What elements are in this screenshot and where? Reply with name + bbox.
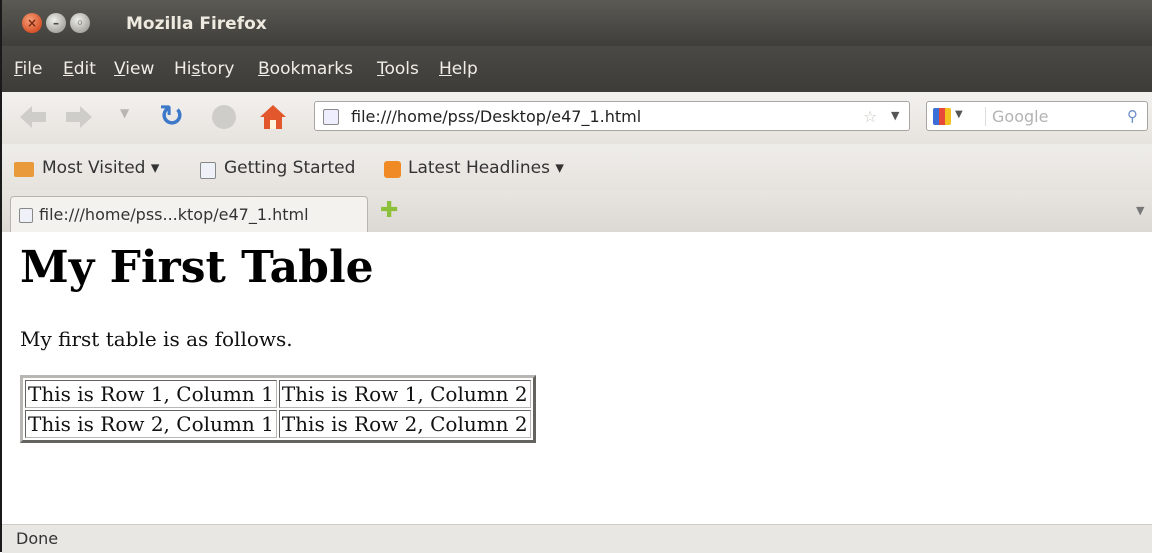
table-cell: This is Row 2, Column 1 [25,410,277,438]
reload-icon[interactable]: ↻ [159,102,184,132]
url-dropdown-icon[interactable]: ▼ [891,109,899,122]
table-cell: This is Row 1, Column 1 [25,380,277,408]
tab-bar: file:///home/pss...ktop/e47_1.html ✚ ▼ [2,190,1152,233]
window-title: Mozilla Firefox [126,14,267,34]
minimize-icon[interactable]: – [46,13,66,33]
table-cell: This is Row 1, Column 2 [278,380,531,408]
search-icon[interactable]: ⚲ [1127,107,1138,125]
search-engine-icon[interactable] [933,108,951,125]
status-text: Done [16,529,59,548]
menu-tools[interactable]: Tools [377,59,419,79]
stop-icon[interactable] [212,105,236,129]
search-bar[interactable]: ▼ Google ⚲ [926,101,1148,131]
rss-icon [384,161,401,178]
search-engine-dropdown-icon[interactable]: ▼ [955,109,963,120]
tab-favicon-icon [19,208,33,223]
page-heading: My First Table [20,242,374,293]
menu-view[interactable]: View [114,59,154,79]
page-icon [200,162,216,179]
bookmark-getting-started[interactable]: Getting Started [224,158,355,178]
close-icon[interactable]: × [22,13,42,33]
favicon-icon [323,109,339,125]
home-icon[interactable] [258,102,288,132]
history-dropdown-icon[interactable]: ▼ [120,106,129,120]
back-icon[interactable] [18,104,48,130]
table-cell: This is Row 2, Column 2 [278,410,531,438]
page-paragraph: My first table is as follows. [20,327,293,351]
forward-icon[interactable] [64,104,94,130]
url-text[interactable]: file:///home/pss/Desktop/e47_1.html [351,107,641,126]
bookmark-latest-headlines[interactable]: Latest Headlines ▾ [408,158,564,178]
page-content: My First Table My first table is as foll… [2,232,1152,524]
firefox-window: × – ◦ Mozilla Firefox File Edit View His… [0,0,1152,553]
title-bar: × – ◦ Mozilla Firefox [2,0,1152,46]
status-bar: Done [2,524,1152,553]
menu-bookmarks[interactable]: Bookmarks [258,59,353,79]
menu-help[interactable]: Help [439,59,478,79]
url-bar[interactable]: file:///home/pss/Desktop/e47_1.html ☆ ▼ [314,101,910,131]
tab-current[interactable]: file:///home/pss...ktop/e47_1.html [10,196,368,232]
folder-icon [14,162,34,177]
tab-label: file:///home/pss...ktop/e47_1.html [39,205,309,224]
menu-bar: File Edit View History Bookmarks Tools H… [2,46,1152,92]
data-table: This is Row 1, Column 1 This is Row 1, C… [20,375,536,443]
tab-list-icon[interactable]: ▼ [1136,204,1144,217]
search-input[interactable]: Google [985,107,1048,126]
menu-file[interactable]: File [14,59,42,79]
bookmark-most-visited[interactable]: Most Visited ▾ [42,158,159,178]
new-tab-icon[interactable]: ✚ [380,198,398,223]
bookmarks-toolbar: Most Visited ▾ Getting Started Latest He… [2,144,1152,190]
menu-history[interactable]: History [174,59,235,79]
table-row: This is Row 2, Column 1 This is Row 2, C… [25,410,531,438]
menu-edit[interactable]: Edit [63,59,96,79]
bookmark-star-icon[interactable]: ☆ [863,107,877,126]
table-row: This is Row 1, Column 1 This is Row 1, C… [25,380,531,408]
maximize-icon[interactable]: ◦ [70,13,90,33]
